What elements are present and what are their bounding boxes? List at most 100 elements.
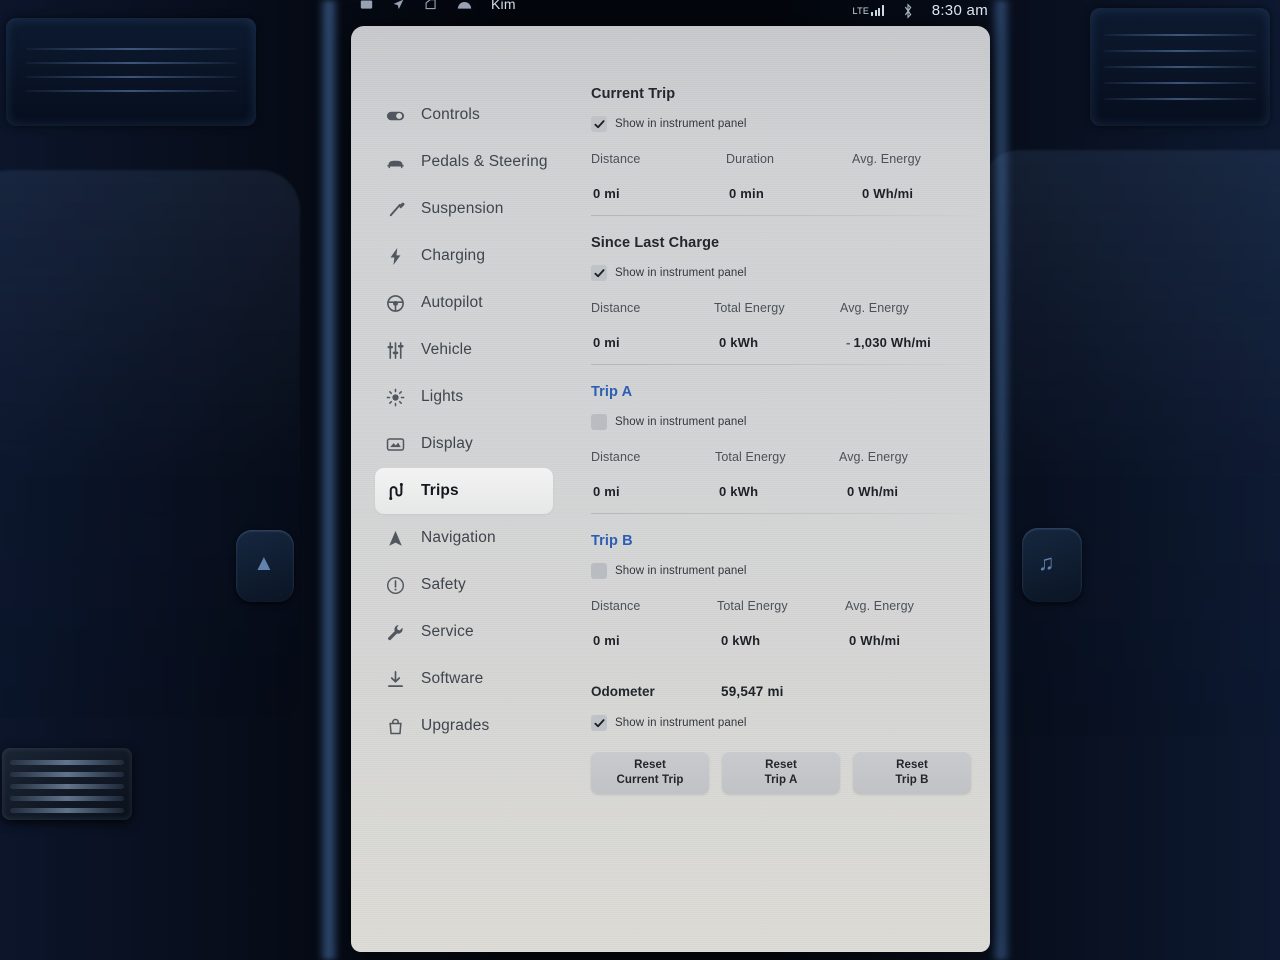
stat-unit: mi	[604, 335, 620, 350]
trip-b-show-in-instrument-panel-row[interactable]: Show in instrument panel	[591, 563, 971, 579]
stat-number: 0	[719, 484, 727, 499]
since-last-charge-checkbox[interactable]	[591, 265, 607, 281]
trip-a-stats: Distance 0 mi Total Energy 0 kWh Avg. Energy…	[591, 450, 971, 499]
sidebar-item-safety[interactable]: Safety	[375, 562, 553, 608]
sliders-icon	[383, 339, 407, 361]
stat-number: 0	[847, 484, 855, 499]
reset-buttons-row: Reset Current Trip Reset Trip A Reset Trip B	[591, 751, 971, 794]
left-panel-sheen	[0, 170, 300, 730]
trip-a-checkbox[interactable]	[591, 414, 607, 430]
trip-b-stats: Distance 0 mi Total Energy 0 kWh Avg. Energy…	[591, 599, 971, 648]
clock: 8:30 am	[931, 2, 988, 19]
sidebar-item-label: Suspension	[421, 200, 504, 217]
sidebar-item-lights[interactable]: Lights	[375, 374, 553, 420]
stat-label: Total Energy	[717, 599, 788, 613]
trip-a-stat-distance: Distance 0 mi	[591, 450, 715, 499]
current-trip-checkbox[interactable]	[591, 116, 607, 132]
trip-a-stat-total-energy: Total Energy 0 kWh	[715, 450, 839, 499]
sun-icon	[383, 386, 407, 408]
section-trip-b: Trip B Show in instrument panel Distance 0 …	[591, 513, 975, 662]
stat-value: 0 mi	[591, 633, 717, 648]
stat-label: Total Energy	[715, 450, 786, 464]
exclamation-circle-icon	[383, 574, 407, 596]
sidebar-item-charging[interactable]: Charging	[375, 233, 553, 279]
reset-current-trip-button[interactable]: Reset Current Trip	[591, 751, 709, 794]
car-door-icon[interactable]	[424, 0, 438, 11]
dead-pedal	[2, 748, 132, 820]
sidebar-item-display[interactable]: Display	[375, 421, 553, 467]
sidebar-item-pedals-steering[interactable]: Pedals & Steering	[375, 139, 553, 185]
stat-value: 0 Wh/mi	[839, 484, 908, 499]
stat-value: 0 mi	[591, 484, 715, 499]
stat-number: 0	[593, 186, 601, 201]
sidebar-item-vehicle[interactable]: Vehicle	[375, 327, 553, 373]
since-last-charge-stats: Distance 0 mi Total Energy 0 kWh Avg. Energy…	[591, 301, 971, 350]
sidebar-item-label: Display	[421, 435, 473, 452]
sidebar-item-label: Charging	[421, 247, 486, 264]
stat-number: 0	[593, 633, 601, 648]
section-current-trip: Current Trip Show in instrument panel Dist…	[591, 86, 971, 215]
button-line-2: Current Trip	[616, 773, 684, 786]
odometer-checkbox[interactable]	[591, 715, 607, 731]
sidebar-item-navigation[interactable]: Navigation	[375, 515, 553, 561]
stat-label: Avg. Energy	[840, 301, 909, 315]
shock-absorber-icon	[383, 198, 407, 220]
stat-value: 0 kWh	[717, 633, 845, 648]
sidebar-item-label: Software	[421, 670, 484, 687]
stat-value: 0 kWh	[714, 335, 840, 350]
sidebar-item-label: Lights	[421, 388, 464, 405]
trip-a-checkbox-label: Show in instrument panel	[615, 416, 747, 428]
reset-trip-a-button[interactable]: Reset Trip A	[722, 751, 840, 794]
stat-unit: mi	[604, 484, 620, 499]
trip-b-checkbox[interactable]	[591, 563, 607, 579]
center-console-edge-left	[318, 0, 340, 960]
stat-label: Total Energy	[714, 301, 785, 315]
right-air-vent	[1090, 8, 1270, 126]
stat-unit: kWh	[730, 335, 759, 350]
sidebar-item-upgrades[interactable]: Upgrades	[375, 703, 553, 749]
winding-road-icon	[383, 480, 407, 502]
reset-trip-b-button[interactable]: Reset Trip B	[853, 751, 971, 794]
section-title-trip-a[interactable]: Trip A	[591, 384, 971, 400]
sidebar-item-controls[interactable]: Controls	[375, 92, 553, 138]
sidebar-item-trips[interactable]: Trips	[375, 468, 553, 514]
trip-b-stat-avg-energy: Avg. Energy 0 Wh/mi	[845, 599, 914, 648]
download-icon	[383, 668, 407, 690]
profile-name[interactable]: Kim	[491, 0, 516, 12]
stat-value: -1,030 Wh/mi	[840, 335, 931, 350]
settings-sidebar: Controls Pedals & Steering Suspension Charg…	[351, 26, 563, 952]
right-door-handle: ♫	[1022, 528, 1082, 602]
current-trip-show-in-instrument-panel-row[interactable]: Show in instrument panel	[591, 116, 971, 132]
stat-unit: Wh/mi	[858, 484, 899, 499]
stat-value: 0 kWh	[715, 484, 839, 499]
steering-wheel-icon	[383, 292, 407, 314]
sidebar-item-suspension[interactable]: Suspension	[375, 186, 553, 232]
status-bar: Kim LTE 8:30 am	[352, 0, 990, 22]
stat-unit: mi	[604, 186, 620, 201]
sidebar-item-label: Controls	[421, 106, 480, 123]
stat-label: Duration	[726, 152, 775, 166]
button-line-2: Trip A	[764, 773, 798, 786]
stat-number: 0	[721, 633, 729, 648]
trip-a-show-in-instrument-panel-row[interactable]: Show in instrument panel	[591, 414, 971, 430]
sidebar-item-software[interactable]: Software	[375, 656, 553, 702]
since-last-charge-show-in-instrument-panel-row[interactable]: Show in instrument panel	[591, 265, 971, 281]
odometer-show-in-instrument-panel-row[interactable]: Show in instrument panel	[591, 715, 971, 731]
bag-icon	[383, 715, 407, 737]
media-icon[interactable]	[360, 0, 373, 11]
odometer-unit: mi	[767, 684, 784, 699]
stat-label: Avg. Energy	[852, 152, 921, 166]
nav-arrow-icon[interactable]	[392, 0, 405, 11]
climate-icon[interactable]	[457, 0, 472, 10]
stat-label: Distance	[591, 301, 641, 315]
odometer-section: Odometer 59,547 mi Show in instrument pa…	[591, 662, 971, 794]
section-title-trip-b[interactable]: Trip B	[591, 533, 971, 549]
stat-label: Distance	[591, 599, 641, 613]
sidebar-item-service[interactable]: Service	[375, 609, 553, 655]
stat-value: 0 Wh/mi	[852, 186, 921, 201]
current-trip-stats: Distance 0 mi Duration 0 min Avg. Energy 0 Wh…	[591, 152, 971, 201]
sidebar-item-autopilot[interactable]: Autopilot	[375, 280, 553, 326]
right-panel-sheen	[980, 150, 1280, 750]
lightning-bolt-icon	[383, 245, 407, 267]
since-last-charge-stat-total-energy: Total Energy 0 kWh	[714, 301, 840, 350]
